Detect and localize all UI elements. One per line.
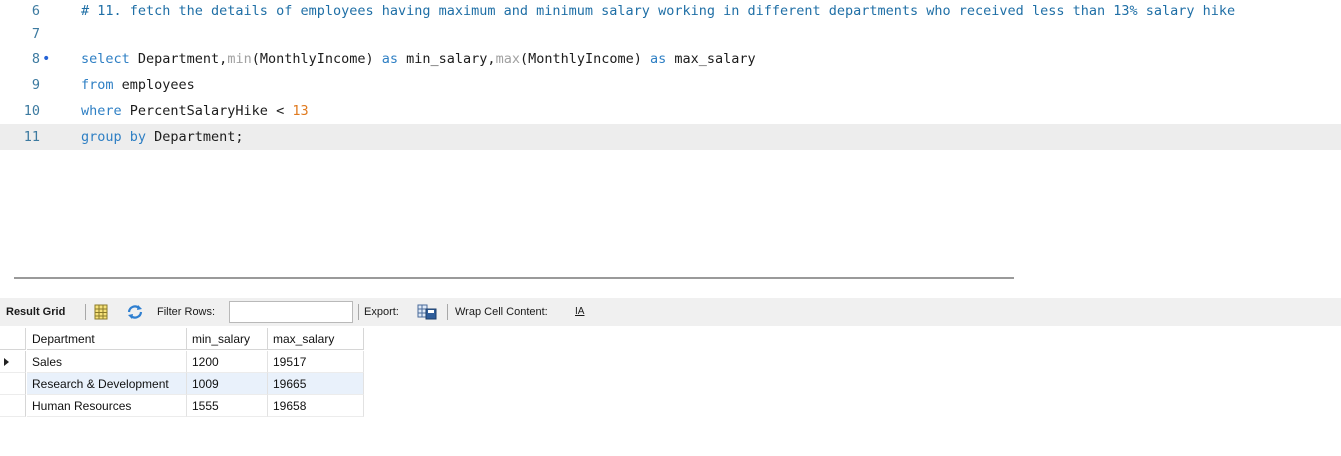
code-text: select Department,min(MonthlyIncome) as … xyxy=(81,46,756,72)
result-toolbar: Result Grid Filter Rows: Export: Wrap Ce… xyxy=(0,298,1341,326)
wrap-cell-content-label: Wrap Cell Content: xyxy=(455,306,548,318)
sql-comment: # 11. fetch the details of employees hav… xyxy=(81,3,1236,19)
line-number: 8 xyxy=(31,51,40,67)
cell-department[interactable]: Sales xyxy=(27,351,187,373)
export-icon[interactable] xyxy=(417,304,437,320)
code-text: from employees xyxy=(81,72,195,98)
code-line-8[interactable]: 8 • select Department,min(MonthlyIncome)… xyxy=(0,46,1341,72)
row-selector[interactable] xyxy=(0,373,26,395)
export-label: Export: xyxy=(364,306,399,318)
cell-max-salary[interactable]: 19517 xyxy=(268,351,364,373)
table-row[interactable]: Sales 1200 19517 xyxy=(0,351,364,373)
row-selector[interactable] xyxy=(0,395,26,417)
code-line-7[interactable]: 7 xyxy=(0,21,1341,47)
cell-max-salary[interactable]: 19658 xyxy=(268,395,364,417)
sql-keyword: as xyxy=(381,51,399,67)
cell-department[interactable]: Human Resources xyxy=(27,395,187,417)
current-row-arrow-icon xyxy=(4,358,9,366)
line-number: 7 xyxy=(31,26,40,42)
sql-keyword: group by xyxy=(81,129,147,145)
column-header-department[interactable]: Department xyxy=(27,328,187,350)
toolbar-divider xyxy=(358,304,359,320)
sql-number: 13 xyxy=(292,103,309,119)
sql-text: min_salary, xyxy=(398,51,496,67)
table-row[interactable]: Research & Development 1009 19665 xyxy=(0,373,364,395)
filter-rows-input[interactable] xyxy=(229,301,353,323)
sql-keyword: from xyxy=(81,77,114,93)
grid-view-icon[interactable] xyxy=(93,304,109,320)
panel-splitter[interactable] xyxy=(14,277,1014,279)
sql-text: Department, xyxy=(129,51,228,67)
sql-text: max_salary xyxy=(666,51,756,67)
sql-editor[interactable]: 6 # 11. fetch the details of employees h… xyxy=(0,0,1341,270)
statement-marker-icon: • xyxy=(42,51,51,67)
result-grid-tab[interactable]: Result Grid xyxy=(6,298,65,326)
column-header-max-salary[interactable]: max_salary xyxy=(268,328,364,350)
cell-max-salary[interactable]: 19665 xyxy=(268,373,364,395)
refresh-icon[interactable] xyxy=(126,304,143,320)
cell-department[interactable]: Research & Development xyxy=(27,373,187,395)
sql-text: (MonthlyIncome) xyxy=(251,51,382,67)
filter-rows-label: Filter Rows: xyxy=(157,306,216,318)
cell-min-salary[interactable]: 1555 xyxy=(187,395,268,417)
toolbar-divider xyxy=(447,304,448,320)
code-text: where PercentSalaryHike < 13 xyxy=(81,98,309,124)
toolbar-divider xyxy=(85,304,86,320)
wrap-cell-icon[interactable]: IA xyxy=(575,298,584,326)
line-number: 9 xyxy=(31,77,40,93)
code-line-11[interactable]: 11 group by Department; xyxy=(0,124,1341,150)
sql-function: min xyxy=(227,51,252,67)
sql-keyword: where xyxy=(81,103,122,119)
sql-keyword: as xyxy=(650,51,667,67)
cell-min-salary[interactable]: 1200 xyxy=(187,351,268,373)
row-selector[interactable] xyxy=(0,351,26,373)
sql-text: Department; xyxy=(146,129,244,145)
row-header-corner xyxy=(0,328,26,350)
sql-keyword: select xyxy=(81,51,130,67)
sql-function: max xyxy=(495,51,520,67)
code-text: group by Department; xyxy=(81,124,244,150)
code-line-10[interactable]: 10 where PercentSalaryHike < 13 xyxy=(0,98,1341,124)
cell-min-salary[interactable]: 1009 xyxy=(187,373,268,395)
grid-header-row: Department min_salary max_salary xyxy=(0,328,364,350)
sql-text: employees xyxy=(113,77,195,93)
code-line-9[interactable]: 9 from employees xyxy=(0,72,1341,98)
sql-text: PercentSalaryHike < xyxy=(121,103,293,119)
line-number: 11 xyxy=(23,129,40,145)
wrap-cell-icon-glyph: IA xyxy=(575,306,585,317)
table-row[interactable]: Human Resources 1555 19658 xyxy=(0,395,364,417)
column-header-min-salary[interactable]: min_salary xyxy=(187,328,268,350)
sql-text: (MonthlyIncome) xyxy=(519,51,651,67)
line-number: 10 xyxy=(23,103,40,119)
